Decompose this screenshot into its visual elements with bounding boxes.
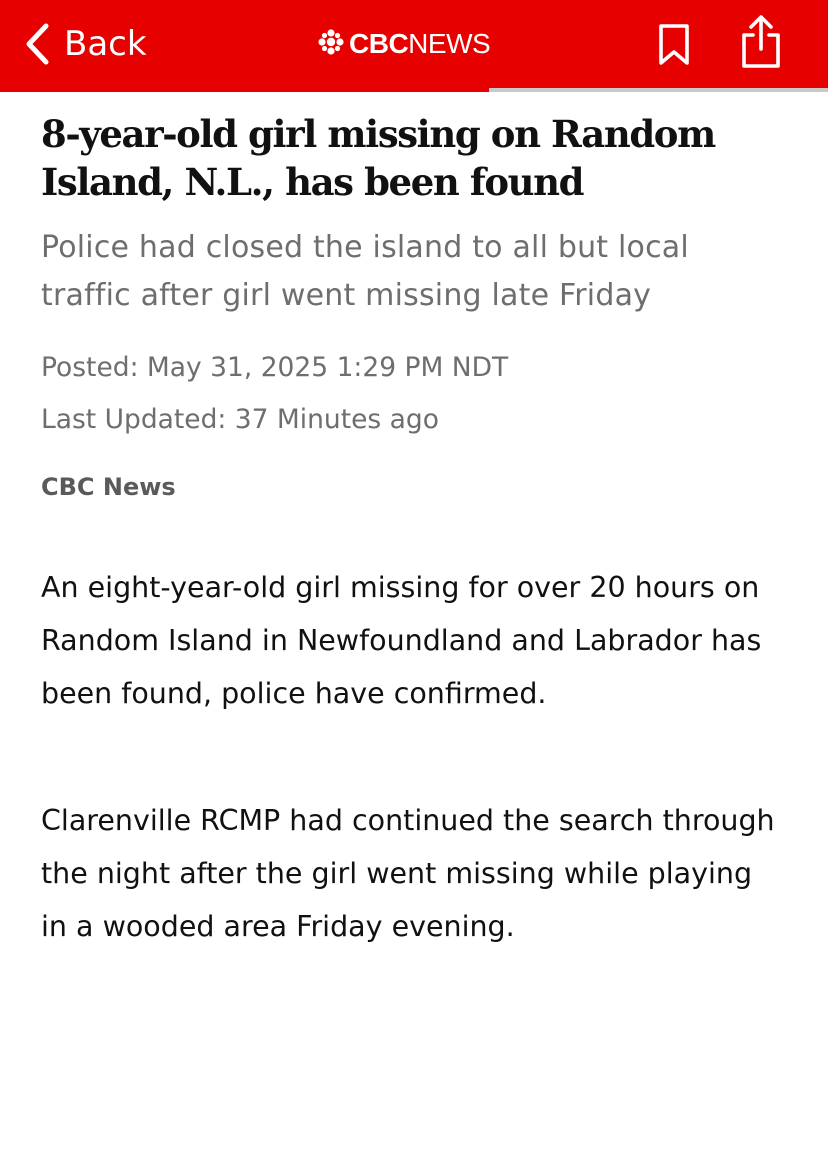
article-deck: Police had closed the island to all but …: [41, 230, 689, 313]
article-paragraph: Clarenville RCMP had continued the searc…: [41, 804, 775, 943]
top-navigation-bar: Back CBC NEWS: [0, 0, 828, 88]
brand-name-bold: CBC: [349, 28, 409, 59]
article-byline: CBC News: [41, 473, 176, 501]
bookmark-icon[interactable]: [656, 23, 692, 71]
share-icon[interactable]: [737, 14, 785, 74]
article-content: 8-year-old girl missing on Random Island…: [41, 110, 787, 953]
article-headline: 8-year-old girl missing on Random Island…: [41, 112, 716, 204]
back-label: Back: [64, 24, 147, 64]
back-button[interactable]: Back: [24, 20, 147, 68]
reading-progress-bar: [0, 88, 828, 92]
posted-timestamp: Posted: May 31, 2025 1:29 PM NDT: [41, 352, 509, 383]
chevron-left-icon: [24, 22, 50, 66]
article-timestamps: Posted: May 31, 2025 1:29 PM NDT Last Up…: [41, 342, 787, 446]
brand-name-light: NEWS: [408, 28, 491, 59]
cbc-gem-logo: [318, 29, 344, 59]
last-updated-timestamp: Last Updated: 37 Minutes ago: [41, 404, 439, 435]
cbc-news-logo: CBC NEWS: [318, 26, 491, 62]
reading-progress-fill: [0, 88, 489, 92]
article-paragraph: An eight-year-old girl missing for over …: [41, 571, 762, 710]
